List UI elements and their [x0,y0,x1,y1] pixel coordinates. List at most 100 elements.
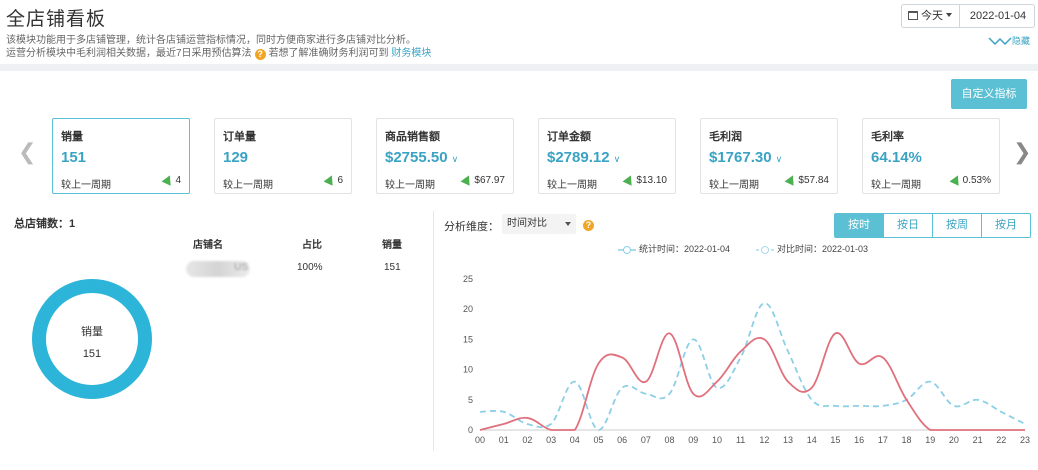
chevron-down-icon [565,222,571,226]
metric-value: $1767.30 ∨ [709,149,782,166]
y-tick-label: 0 [468,425,473,435]
chevron-down-icon[interactable]: ∨ [776,154,783,164]
metric-value: $2755.50 ∨ [385,149,458,166]
x-tick-label: 05 [593,435,603,445]
store-name-suffix: US [234,262,248,273]
metric-card-orders[interactable]: 订单量 129 较上一周期 6 [214,118,352,194]
hourly-line-chart: 051015202500 01 02 03 04 05 06 07 08 09 10 11 12 13 14… [463,274,1030,445]
chevron-right-icon[interactable]: ❯ [1013,139,1031,165]
tab-hourly[interactable]: 按时 [835,214,884,237]
metric-delta: 6 [324,173,343,186]
dashboard-panel: 自定义指标 ❮ ❯ 销量 151 较上一周期 4 订单量 129 较上一周期 6… [0,71,1038,470]
y-tick-label: 15 [463,334,473,344]
help-icon[interactable]: ? [583,220,594,231]
column-header-share: 占比 [302,240,322,251]
date-picker: 今天 2022-01-04 [901,4,1035,28]
metric-value-text: 151 [61,149,87,166]
store-share: 100% [297,262,323,273]
section-divider [433,211,434,451]
dimension-label: 分析维度： [444,221,499,233]
x-tick-label: 06 [617,435,627,445]
store-sales: 151 [384,262,401,273]
date-input[interactable]: 2022-01-04 [962,5,1034,27]
metric-label: 销量 [61,131,83,143]
legend-current[interactable]: 统计时间：2022-01-04 [618,242,730,255]
metric-value-text: $2755.50 [385,149,448,166]
arrow-up-icon [949,173,963,186]
granularity-tabs: 按时 按日 按周 按月 [834,213,1031,238]
arrow-up-icon [622,173,636,186]
period-value: 今天 [921,10,943,22]
metric-label: 订单金额 [547,131,591,143]
metric-label: 订单量 [223,131,256,143]
metric-card-gross-profit[interactable]: 毛利润 $1767.30 ∨ 较上一周期 $57.84 [700,118,838,194]
metric-delta: 4 [162,173,181,186]
legend-compare[interactable]: 对比时间：2022-01-03 [756,242,868,255]
y-tick-label: 5 [468,395,473,405]
store-name-redacted: US [186,261,250,277]
calendar-icon [908,11,918,20]
x-tick-label: 16 [854,435,864,445]
custom-metrics-button[interactable]: 自定义指标 [951,79,1027,109]
x-tick-label: 08 [665,435,675,445]
metric-value-text: $2789.12 [547,149,610,166]
legend-compare-marker [756,246,774,254]
x-tick-label: 22 [996,435,1006,445]
tab-weekly[interactable]: 按周 [933,214,982,237]
total-stores: 总店铺数：1 [14,218,76,230]
period-select[interactable]: 今天 [902,5,960,27]
finance-module-link[interactable]: 财务模块 [391,48,431,59]
arrow-up-icon [162,173,175,186]
column-header-sales: 销量 [382,240,402,251]
hide-button[interactable]: 隐藏 [988,34,1030,47]
metric-delta: $67.97 [460,173,505,186]
metric-compare-label: 较上一周期 [709,180,759,191]
arrow-up-icon [460,173,474,186]
tab-daily[interactable]: 按日 [884,214,933,237]
chevron-down-icon [946,13,952,17]
metric-delta-value: 0.53% [962,175,991,186]
legend-compare-label: 对比时间：2022-01-03 [777,244,869,254]
profit-note: 运营分析模块中毛利润相关数据，最近7日采用预估算法? 若想了解准确财务利润可到 财… [6,44,431,60]
page-title: 全店铺看板 [6,9,107,30]
arrow-up-icon [784,173,798,186]
metric-compare-label: 较上一周期 [385,180,435,191]
metric-value-text: $1767.30 [709,149,772,166]
metric-card-sales[interactable]: 销量 151 较上一周期 4 [52,118,190,194]
chevron-down-icon[interactable]: ∨ [614,154,621,164]
metric-value-text: 129 [223,149,249,166]
metric-card-order-amount[interactable]: 订单金额 $2789.12 ∨ 较上一周期 $13.10 [538,118,676,194]
profit-note-suffix: 若想了解准确财务利润可到 [268,48,389,59]
tab-monthly[interactable]: 按月 [982,214,1030,237]
x-tick-label: 07 [641,435,651,445]
help-icon[interactable]: ? [254,49,266,60]
metric-delta: $57.84 [784,173,829,186]
donut-value: 151 [83,348,101,360]
metric-value: 151 [61,149,86,166]
metric-compare-label: 较上一周期 [871,180,921,191]
metric-value: $2789.12 ∨ [547,149,620,166]
x-tick-label: 02 [522,435,532,445]
metric-card-product-sales[interactable]: 商品销售额 $2755.50 ∨ 较上一周期 $67.97 [376,118,514,194]
x-tick-label: 20 [949,435,959,445]
chevron-left-icon[interactable]: ❮ [18,139,36,165]
series-current-line [479,332,1025,431]
metric-delta-value: 4 [175,175,181,186]
metric-label: 毛利润 [709,131,742,143]
x-tick-label: 12 [759,435,769,445]
x-tick-label: 04 [570,435,580,445]
chevron-down-icon[interactable]: ∨ [452,154,459,164]
x-tick-label: 00 [475,435,485,445]
metric-value-text: 64.14% [871,149,922,166]
series-compare-line [479,302,1026,431]
x-tick-label: 09 [688,435,698,445]
x-tick-label: 13 [783,435,793,445]
x-tick-label: 19 [925,435,935,445]
metric-delta: $13.10 [622,173,667,186]
dimension-select[interactable]: 时间对比 [502,214,576,234]
metric-delta: 0.53% [949,173,991,186]
y-tick-label: 20 [463,304,473,314]
metric-label: 商品销售额 [385,131,440,143]
metric-compare-label: 较上一周期 [547,180,597,191]
metric-card-gross-margin[interactable]: 毛利率 64.14% 较上一周期 0.53% [862,118,1000,194]
